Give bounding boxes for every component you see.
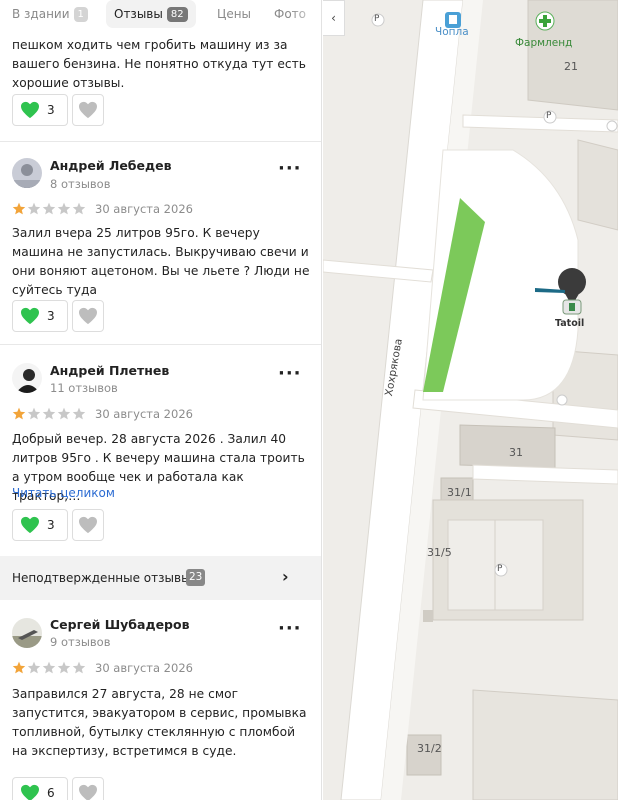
parking-icon: P (374, 14, 380, 24)
tab-label: Цены (217, 7, 252, 21)
map-label-tatoil[interactable]: Tatoil (555, 318, 584, 329)
read-more-link[interactable]: Читать целиком (12, 486, 115, 500)
avatar-image (12, 363, 42, 393)
star-icon (42, 661, 56, 674)
review-reactions: 3 (12, 509, 104, 541)
review-text: Заправился 27 августа, 28 не смог запуст… (12, 687, 307, 758)
green-heart-icon (21, 101, 39, 119)
unconfirmed-count-badge: 23 (186, 569, 206, 586)
review-date: 30 августа 2026 (95, 661, 193, 675)
map-view[interactable]: Чопла Фармленд 21 Tatoil Хохрякова 31 31… (323, 0, 618, 800)
tab-reviews[interactable]: Отзывы 82 (106, 0, 196, 28)
like-button[interactable]: 3 (12, 94, 68, 126)
dislike-button[interactable] (72, 300, 104, 332)
star-icon (27, 661, 41, 674)
map-label-pharmacy[interactable]: Фармленд (515, 37, 572, 49)
avatar-image (12, 618, 42, 648)
avatar[interactable] (12, 363, 42, 393)
parking-icon: P (546, 111, 552, 121)
rating-stars (12, 202, 86, 215)
parking-icon: P (497, 564, 503, 574)
review-reactions: 6 (12, 777, 104, 800)
star-icon (12, 202, 26, 215)
more-dots-icon[interactable]: ··· (278, 620, 302, 638)
map-canvas (323, 0, 618, 800)
green-heart-icon (21, 307, 39, 325)
star-icon (42, 407, 56, 420)
chevron-right-icon: › (282, 567, 289, 586)
review-reactions: 3 (12, 300, 104, 332)
avatar[interactable] (12, 618, 42, 648)
like-button[interactable]: 6 (12, 777, 68, 800)
grey-heart-icon (79, 784, 97, 800)
more-dots-icon[interactable]: ··· (278, 365, 302, 383)
star-icon (57, 661, 71, 674)
author-name[interactable]: Сергей Шубадеров (50, 617, 190, 632)
like-count: 3 (47, 103, 55, 117)
map-label-metro[interactable]: Чопла (435, 26, 469, 38)
like-button[interactable]: 3 (12, 509, 68, 541)
like-count: 3 (47, 309, 55, 323)
star-icon (72, 661, 86, 674)
green-heart-icon (20, 784, 39, 800)
review-card: Сергей Шубадеров 9 отзывов ··· 30 август… (0, 600, 321, 800)
review-text: пешком ходить чем гробить машину из за в… (12, 38, 307, 90)
star-icon (72, 407, 86, 420)
dislike-button[interactable] (72, 777, 104, 800)
star-icon (42, 202, 56, 215)
like-count: 6 (47, 786, 55, 800)
review-card: Андрей Лебедев 8 отзывов ··· 30 августа … (0, 142, 321, 342)
unconfirmed-label: Неподтвержденные отзывы (12, 571, 191, 585)
star-icon (12, 407, 26, 420)
building-number-31-1: 31/1 (447, 486, 472, 499)
dislike-button[interactable] (72, 509, 104, 541)
tab-label: В здании (12, 7, 70, 21)
grey-heart-icon (79, 307, 97, 325)
tab-in-building[interactable]: В здании 1 (12, 0, 88, 28)
avatar[interactable] (12, 158, 42, 188)
review-date: 30 августа 2026 (95, 202, 193, 216)
star-icon (27, 202, 41, 215)
star-icon (12, 661, 26, 674)
building-number-31: 31 (509, 446, 523, 459)
author-review-count: 9 отзывов (50, 635, 111, 649)
grey-heart-icon (79, 101, 97, 119)
building-number-31-2: 31/2 (417, 742, 442, 755)
author-name[interactable]: Андрей Плетнев (50, 363, 169, 378)
grey-heart-icon (79, 516, 97, 534)
unconfirmed-reviews-link[interactable]: Неподтвержденные отзывы 23 › (0, 556, 321, 600)
reviews-panel: В здании 1 Отзывы 82 Цены Фото пешком хо… (0, 0, 322, 800)
avatar-image (12, 158, 42, 188)
star-icon (27, 407, 41, 420)
building-number-21: 21 (564, 60, 578, 73)
review-card: Андрей Плетнев 11 отзывов ··· 30 августа… (0, 345, 321, 555)
tab-prices[interactable]: Цены (217, 0, 251, 28)
like-count: 3 (47, 518, 55, 532)
author-review-count: 8 отзывов (50, 177, 111, 191)
review-reactions: 3 (12, 94, 104, 126)
tabs-fade (292, 0, 321, 28)
star-icon (72, 202, 86, 215)
star-icon (57, 202, 71, 215)
more-dots-icon[interactable]: ··· (278, 160, 302, 178)
green-heart-icon (21, 516, 39, 534)
rating-stars (12, 661, 86, 674)
building-number-31-5: 31/5 (427, 546, 452, 559)
dislike-button[interactable] (72, 94, 104, 126)
author-name[interactable]: Андрей Лебедев (50, 158, 172, 173)
like-button[interactable]: 3 (12, 300, 68, 332)
author-review-count: 11 отзывов (50, 381, 118, 395)
tab-count-badge: 1 (73, 6, 88, 22)
review-text: Залил вчера 25 литров 95го. К вечеру маш… (12, 226, 310, 297)
star-icon (57, 407, 71, 420)
tab-label: Отзывы (114, 7, 163, 21)
chevron-left-icon[interactable]: ‹ (323, 0, 345, 36)
tab-bar: В здании 1 Отзывы 82 Цены Фото (0, 0, 321, 28)
review-date: 30 августа 2026 (95, 407, 193, 421)
tab-count-badge: 82 (166, 6, 188, 22)
rating-stars (12, 407, 86, 420)
